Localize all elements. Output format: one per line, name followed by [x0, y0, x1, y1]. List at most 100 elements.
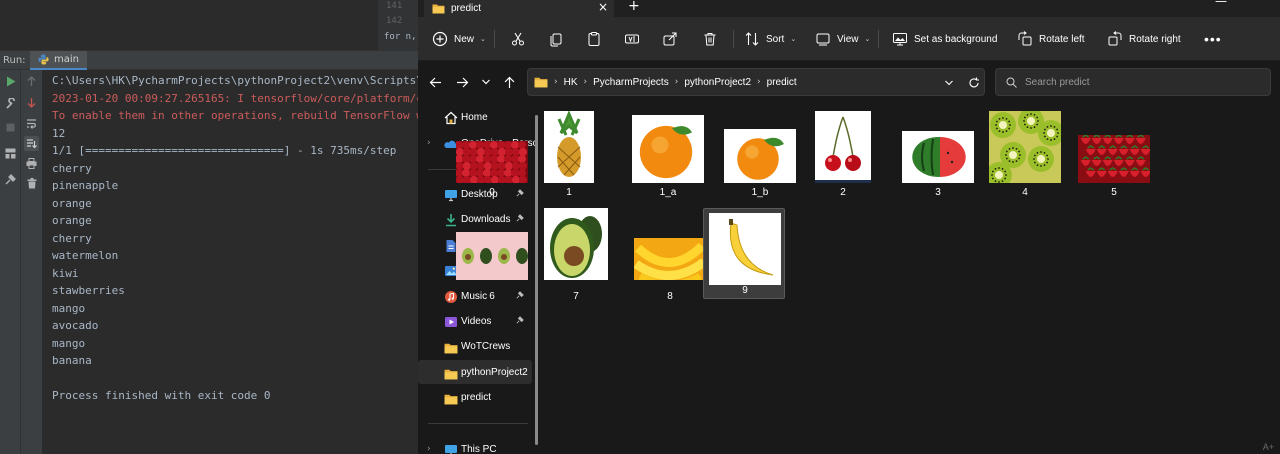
chevron-right-icon[interactable]: ›	[427, 444, 431, 454]
layout-button[interactable]	[3, 146, 18, 161]
folder-icon	[444, 339, 458, 354]
more-options-button[interactable]: •••	[1204, 17, 1222, 61]
file-thumbnail[interactable]: 4	[969, 103, 1061, 198]
cut-button[interactable]	[510, 17, 526, 61]
line-number: 141	[386, 1, 403, 11]
file-name-label: 0	[489, 187, 495, 198]
modify-config-button[interactable]	[3, 96, 18, 111]
rotate-left-button[interactable]: Rotate left	[1017, 17, 1085, 61]
soft-wrap-button[interactable]	[24, 116, 39, 131]
delete-button[interactable]	[702, 17, 718, 61]
rename-button[interactable]	[624, 17, 640, 61]
editor-code-snippet: for n,	[384, 32, 417, 42]
console-line: orange	[52, 196, 92, 210]
rerun-button[interactable]	[3, 74, 18, 89]
forward-button[interactable]	[453, 73, 471, 91]
file-thumbnail[interactable]: 8	[614, 207, 706, 302]
recent-locations-button[interactable]	[477, 73, 495, 91]
sort-button[interactable]: Sort ⌄	[744, 17, 796, 61]
nav-item-pythonproject2[interactable]: pythonProject2	[418, 360, 532, 384]
tab-predict[interactable]: predict ×	[424, 0, 614, 17]
search-input[interactable]	[1025, 76, 1245, 88]
breadcrumb-hk[interactable]: HK	[564, 77, 578, 88]
print-button[interactable]	[24, 156, 39, 171]
file-thumbnail[interactable]: 1	[525, 103, 605, 198]
nav-item-videos[interactable]: Videos	[418, 309, 532, 333]
address-dropdown-button[interactable]	[940, 74, 958, 92]
copy-button[interactable]	[548, 17, 564, 61]
file-thumbnail[interactable]: 6	[436, 207, 528, 302]
arrow-up-icon	[27, 76, 36, 86]
divider	[733, 30, 734, 48]
desktop-background-icon	[893, 33, 907, 46]
rotate-right-button[interactable]: Rotate right	[1107, 17, 1181, 61]
trash-icon	[704, 33, 716, 46]
chevron-right-icon[interactable]: ›	[427, 138, 431, 148]
console-line: cherry	[52, 231, 92, 245]
clear-all-button[interactable]	[24, 176, 39, 191]
rotate-right-label: Rotate right	[1129, 33, 1181, 45]
run-tab-main[interactable]: main	[30, 51, 87, 70]
pin-tab-button[interactable]	[3, 172, 18, 187]
scroll-to-end-button[interactable]	[24, 136, 39, 151]
paste-button[interactable]	[586, 17, 602, 61]
file-thumbnail[interactable]: 0	[436, 103, 528, 198]
breadcrumb-pycharmprojects[interactable]: PycharmProjects	[593, 77, 669, 88]
file-thumbnail[interactable]: 3	[880, 103, 974, 198]
breadcrumb-pythonproject2[interactable]: pythonProject2	[684, 77, 751, 88]
console-line: orange	[52, 214, 92, 227]
nav-item-this-pc[interactable]: › This PC	[418, 437, 532, 454]
console-line: 2023-01-20 00:09:27.265165: I tensorflow…	[52, 91, 420, 105]
minimize-button[interactable]: —	[1215, 0, 1227, 8]
file-thumbnail[interactable]: 1_a	[614, 103, 704, 198]
console-line: watermelon	[52, 249, 119, 262]
chevron-down-icon	[945, 80, 953, 86]
address-bar[interactable]: › HK › PycharmProjects › pythonProject2 …	[527, 68, 985, 96]
folder-icon	[444, 365, 458, 380]
new-tab-button[interactable]: +	[628, 0, 640, 14]
stop-icon	[6, 123, 15, 132]
file-name-label: 1_a	[659, 187, 677, 198]
refresh-button[interactable]	[965, 74, 983, 92]
view-button[interactable]: View ⌄	[815, 17, 870, 61]
up-button[interactable]	[500, 73, 518, 91]
bananas-image	[634, 238, 706, 280]
share-button[interactable]	[662, 17, 678, 61]
editor-area[interactable]: 141 142 for n,	[0, 0, 420, 50]
arrow-up-icon	[504, 76, 514, 88]
file-list[interactable]: A+ 0 1 1_a 1_b 2 3456 7 8 9	[456, 103, 1280, 454]
console-line: pinenapple	[52, 179, 119, 192]
stop-button[interactable]	[3, 120, 18, 135]
tab-close-button[interactable]: ×	[598, 0, 608, 14]
back-button[interactable]	[426, 73, 444, 91]
title-bar[interactable]: predict × + —	[418, 0, 1280, 17]
printer-icon	[26, 158, 37, 169]
console-line: 1/1 [==============================] - 1…	[52, 144, 397, 157]
new-button[interactable]: New ⌄	[432, 17, 486, 61]
divider	[878, 30, 879, 48]
nav-item-predict[interactable]: predict	[418, 385, 532, 409]
scroll-up-button[interactable]	[24, 74, 39, 89]
chevron-right-icon: ›	[583, 77, 588, 87]
file-thumbnail[interactable]: 7	[525, 207, 608, 302]
console-line: stawberries	[52, 284, 125, 297]
banana-image	[709, 213, 781, 285]
set-background-button[interactable]: Set as background	[892, 17, 997, 61]
console-line: C:\Users\HK\PycharmProjects\pythonProjec…	[52, 74, 420, 87]
scroll-down-button[interactable]	[24, 95, 39, 110]
folder-icon	[432, 4, 445, 14]
command-bar: New ⌄ Sort ⌄ View ⌄ Set as background Ro…	[418, 17, 1280, 61]
file-explorer-window: predict × + — New ⌄ Sort ⌄ View ⌄ Set as…	[418, 0, 1280, 454]
trash-icon	[27, 178, 36, 189]
run-console[interactable]: C:\Users\HK\PycharmProjects\pythonProjec…	[43, 70, 420, 454]
file-name-label: 9	[742, 285, 748, 296]
play-icon	[6, 76, 15, 87]
file-thumbnail[interactable]: 9	[703, 208, 785, 299]
file-thumbnail[interactable]: 2	[791, 103, 871, 198]
file-thumbnail[interactable]: 5	[1058, 103, 1150, 198]
nav-item-wotcrews[interactable]: WoTCrews	[418, 334, 532, 358]
orange-image	[632, 115, 704, 183]
breadcrumb-predict[interactable]: predict	[767, 77, 797, 88]
file-thumbnail[interactable]: 1_b	[702, 103, 796, 198]
search-box[interactable]	[995, 68, 1271, 96]
